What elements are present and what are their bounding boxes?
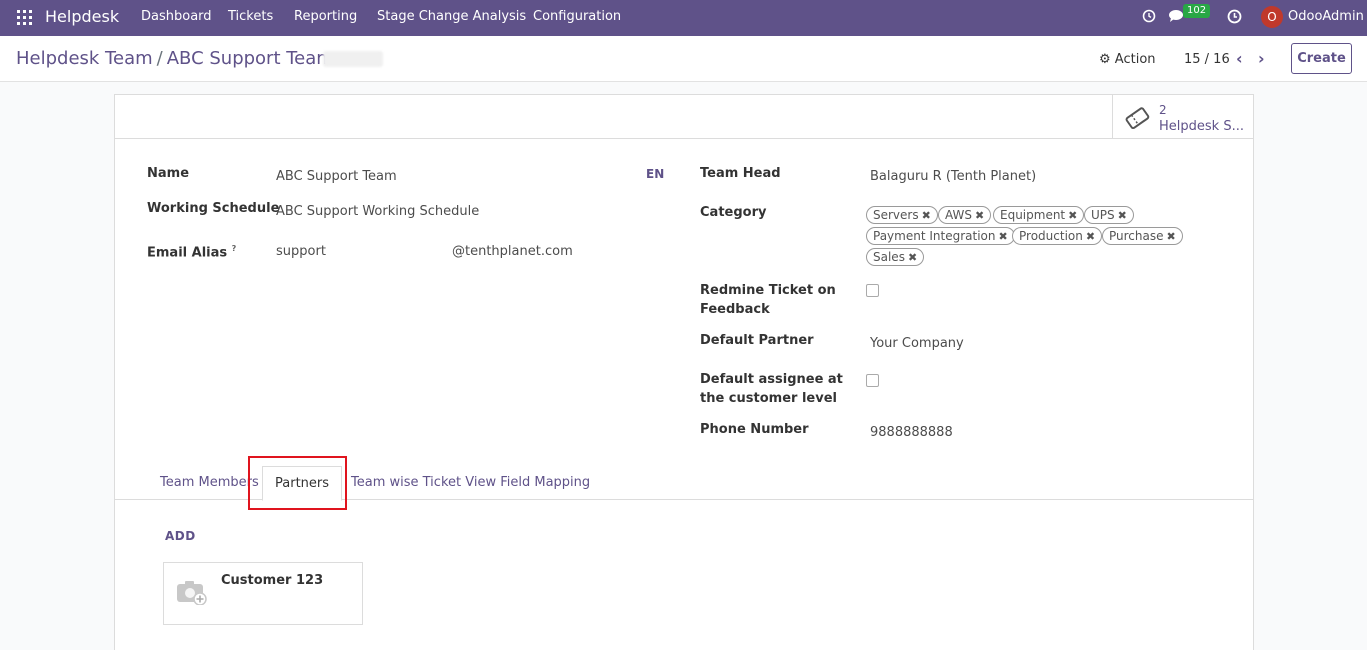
- activity-clock-icon[interactable]: [1142, 9, 1156, 27]
- category-tag[interactable]: Payment Integration ✖: [866, 227, 1015, 245]
- tab-field-mapping[interactable]: Team wise Ticket View Field Mapping: [351, 475, 590, 490]
- category-label: Category: [700, 205, 767, 220]
- team-head-value[interactable]: Balaguru R (Tenth Planet): [870, 169, 1036, 184]
- menu-configuration[interactable]: Configuration: [533, 9, 621, 24]
- remove-tag-icon[interactable]: ✖: [998, 230, 1007, 243]
- email-alias-label: Email Alias ?: [147, 244, 237, 261]
- name-label: Name: [147, 166, 190, 181]
- name-value[interactable]: ABC Support Team: [276, 169, 397, 184]
- remove-tag-icon[interactable]: ✖: [1118, 209, 1127, 222]
- pager-value[interactable]: 15 / 16: [1184, 52, 1230, 67]
- category-tag[interactable]: Production ✖: [1012, 227, 1103, 245]
- pager-previous-icon[interactable]: ‹: [1236, 49, 1243, 68]
- default-assignee-checkbox[interactable]: [866, 374, 879, 387]
- phone-number-value[interactable]: 9888888888: [870, 425, 953, 440]
- remove-tag-icon[interactable]: ✖: [1086, 230, 1095, 243]
- menu-dashboard[interactable]: Dashboard: [141, 9, 212, 24]
- breadcrumb-parent[interactable]: Helpdesk Team: [16, 48, 153, 69]
- gear-icon: ⚙: [1099, 52, 1111, 67]
- category-tag[interactable]: AWS ✖: [938, 206, 992, 224]
- remove-tag-icon[interactable]: ✖: [908, 251, 917, 264]
- working-schedule-label: Working Schedule: [147, 201, 280, 216]
- user-name[interactable]: OdooAdmin: [1288, 9, 1364, 24]
- redmine-ticket-checkbox[interactable]: [866, 284, 879, 297]
- create-button[interactable]: Create: [1291, 43, 1352, 74]
- remove-tag-icon[interactable]: ✖: [922, 209, 931, 222]
- timer-icon[interactable]: [1227, 9, 1242, 28]
- language-button[interactable]: EN: [646, 167, 664, 181]
- email-alias-domain: @tenthplanet.com: [452, 244, 573, 259]
- team-head-label: Team Head: [700, 166, 781, 181]
- helpdesk-stage-button[interactable]: 2 Helpdesk S...: [1112, 95, 1253, 139]
- menu-stage-change-analysis[interactable]: Stage Change Analysis: [377, 9, 526, 24]
- breadcrumb-current: ABC Support Team: [166, 48, 334, 69]
- ticket-icon: [1122, 103, 1154, 135]
- redmine-ticket-label: Redmine Ticket on Feedback: [700, 283, 836, 317]
- add-partner-button[interactable]: ADD: [165, 529, 196, 543]
- remove-tag-icon[interactable]: ✖: [975, 209, 984, 222]
- category-tag[interactable]: Servers ✖: [866, 206, 938, 224]
- form-sheet: 2 Helpdesk S... Name ABC Support Team EN…: [114, 94, 1254, 650]
- menu-tickets[interactable]: Tickets: [228, 9, 273, 24]
- smart-button-box: 2 Helpdesk S...: [115, 95, 1253, 139]
- remove-tag-icon[interactable]: ✖: [1068, 209, 1077, 222]
- category-tag[interactable]: Purchase ✖: [1102, 227, 1183, 245]
- default-assignee-label: Default assignee at the customer level: [700, 372, 843, 406]
- app-title[interactable]: Helpdesk: [45, 7, 119, 26]
- apps-menu-icon[interactable]: [17, 10, 32, 25]
- blurred-area: [323, 51, 383, 67]
- stage-label: Helpdesk S...: [1159, 119, 1244, 134]
- category-tag[interactable]: UPS ✖: [1084, 206, 1134, 224]
- help-icon[interactable]: ?: [232, 244, 237, 253]
- action-button[interactable]: ⚙ Action: [1099, 52, 1156, 67]
- action-label: Action: [1114, 52, 1156, 67]
- tab-team-members[interactable]: Team Members: [160, 475, 259, 490]
- messages-count-badge: 102: [1183, 4, 1211, 18]
- top-navbar: Helpdesk Dashboard Tickets Reporting Sta…: [0, 0, 1367, 36]
- phone-number-label: Phone Number: [700, 422, 809, 437]
- breadcrumb: Helpdesk Team / ABC Support Team: [16, 48, 334, 69]
- breadcrumb-separator: /: [156, 48, 163, 69]
- menu-reporting[interactable]: Reporting: [294, 9, 357, 24]
- working-schedule-value[interactable]: ABC Support Working Schedule: [276, 204, 479, 219]
- remove-tag-icon[interactable]: ✖: [1167, 230, 1176, 243]
- partner-name: Customer 123: [221, 573, 324, 588]
- user-avatar[interactable]: O: [1261, 6, 1283, 28]
- pager-next-icon[interactable]: ›: [1258, 49, 1265, 68]
- default-partner-label: Default Partner: [700, 333, 814, 348]
- stage-count: 2: [1159, 103, 1167, 117]
- highlight-box: [248, 456, 347, 510]
- category-tag[interactable]: Equipment ✖: [993, 206, 1085, 224]
- camera-placeholder-icon: [176, 579, 207, 606]
- category-tag[interactable]: Sales ✖: [866, 248, 925, 266]
- partner-card[interactable]: Customer 123: [163, 562, 363, 625]
- default-partner-value[interactable]: Your Company: [870, 336, 964, 351]
- email-alias-value[interactable]: support: [276, 244, 326, 259]
- control-panel: Helpdesk Team / ABC Support Team ⚙ Action …: [0, 36, 1367, 82]
